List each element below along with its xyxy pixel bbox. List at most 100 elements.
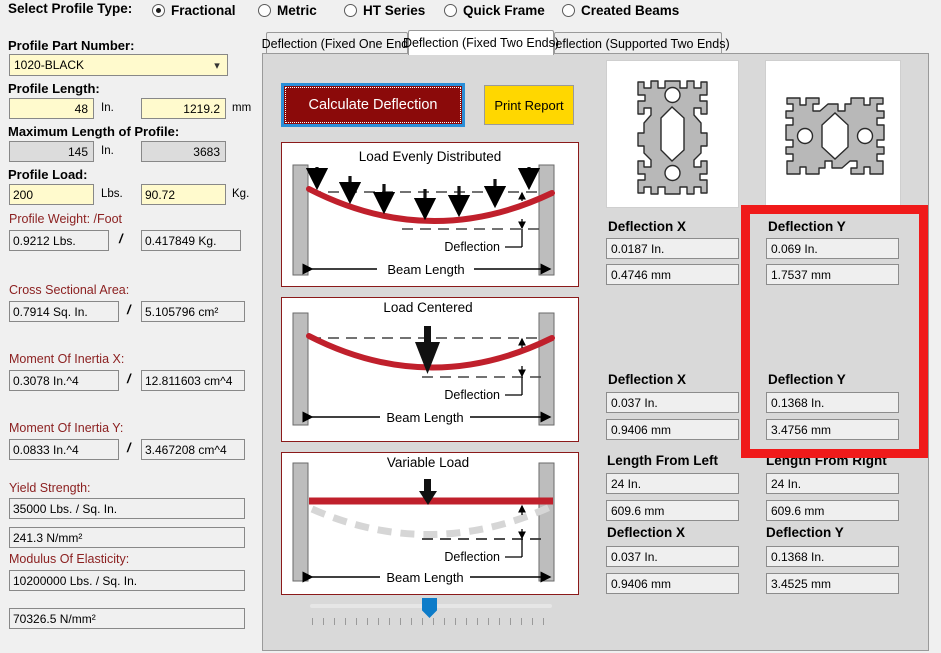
weight-separator: / — [119, 231, 123, 246]
yield-strength-lbs-field: 35000 Lbs. / Sq. In. — [9, 498, 245, 519]
svg-text:Load Centered: Load Centered — [383, 300, 472, 315]
length-from-left-header: Length From Left — [607, 453, 718, 468]
profile-length-in-input[interactable]: 48 — [9, 98, 94, 119]
part-number-label: Profile Part Number: — [8, 38, 134, 53]
profile-load-lbs-unit: Lbs. — [101, 188, 123, 200]
profile-input-panel: Profile Part Number: 1020-BLACK ▾ Profil… — [0, 24, 258, 653]
svg-text:Variable Load: Variable Load — [387, 455, 469, 470]
max-length-label: Maximum Length of Profile: — [8, 124, 179, 139]
slider-thumb[interactable] — [422, 598, 437, 618]
variable-load-position-slider[interactable] — [310, 598, 552, 632]
radio-dot-icon — [152, 4, 165, 17]
part-number-combobox[interactable]: 1020-BLACK ▾ — [9, 54, 228, 76]
radio-dot-icon — [562, 4, 575, 17]
profile-load-lbs-input[interactable]: 200 — [9, 184, 94, 205]
evenly-deflection-x-mm-field: 0.4746 mm — [606, 264, 739, 285]
cross-section-cm-field: 5.105796 cm² — [141, 301, 245, 322]
evenly-deflection-x-header: Deflection X — [608, 219, 686, 234]
calculate-deflection-button[interactable]: Calculate Deflection — [281, 83, 465, 127]
moix-separator: / — [127, 371, 131, 386]
chevron-down-icon: ▾ — [207, 59, 227, 72]
tab-deflection-fixed-one-end[interactable]: Deflection (Fixed One End) — [266, 32, 408, 54]
variable-deflection-y-mm-field: 3.4525 mm — [766, 573, 899, 594]
centered-deflection-x-in-field: 0.037 In. — [606, 392, 739, 413]
profile-weight-kg-field: 0.417849 Kg. — [141, 230, 241, 251]
svg-text:Deflection: Deflection — [444, 388, 500, 402]
diagram-load-centered: Load Centered Deflection Beam Length — [281, 297, 579, 442]
centered-deflection-y-mm-field: 3.4756 mm — [766, 419, 899, 440]
radio-ht-series[interactable]: HT Series — [344, 0, 425, 20]
variable-deflection-x-header: Deflection X — [607, 525, 685, 540]
profile-length-label: Profile Length: — [8, 81, 100, 96]
tab-strip: Deflection (Fixed One End) Deflection (F… — [262, 30, 941, 54]
centered-deflection-x-mm-field: 0.9406 mm — [606, 419, 739, 440]
length-from-left-in-field: 24 In. — [606, 473, 739, 494]
evenly-deflection-x-in-field: 0.0187 In. — [606, 238, 739, 259]
svg-text:Deflection: Deflection — [444, 550, 500, 564]
yield-strength-nmm-field: 241.3 N/mm² — [9, 527, 245, 548]
evenly-deflection-y-mm-field: 1.7537 mm — [766, 264, 899, 285]
radio-metric[interactable]: Metric — [258, 0, 317, 20]
print-report-button[interactable]: Print Report — [484, 85, 574, 125]
profile-load-kg-unit: Kg. — [232, 188, 249, 200]
svg-text:Beam Length: Beam Length — [387, 262, 464, 277]
centered-deflection-y-in-field: 0.1368 In. — [766, 392, 899, 413]
variable-deflection-y-header: Deflection Y — [766, 525, 844, 540]
modulus-elasticity-nmm-field: 70326.5 N/mm² — [9, 608, 245, 629]
moment-inertia-x-in-field: 0.3078 In.^4 — [9, 370, 119, 391]
length-from-left-mm-field: 609.6 mm — [606, 500, 739, 521]
cross-section-separator: / — [127, 302, 131, 317]
cross-section-label: Cross Sectional Area: — [9, 283, 129, 297]
evenly-deflection-y-in-field: 0.069 In. — [766, 238, 899, 259]
length-from-right-mm-field: 609.6 mm — [766, 500, 899, 521]
max-length-mm-field: 3683 — [141, 141, 226, 162]
variable-deflection-x-mm-field: 0.9406 mm — [606, 573, 739, 594]
radio-metric-label: Metric — [277, 3, 317, 18]
modulus-elasticity-lbs-field: 10200000 Lbs. / Sq. In. — [9, 570, 245, 591]
variable-deflection-x-in-field: 0.037 In. — [606, 546, 739, 567]
radio-created-beams[interactable]: Created Beams — [562, 0, 679, 20]
moiy-separator: / — [127, 440, 131, 455]
centered-deflection-x-header: Deflection X — [608, 372, 686, 387]
evenly-deflection-y-header: Deflection Y — [768, 219, 846, 234]
profile-length-mm-unit: mm — [232, 102, 251, 114]
modulus-elasticity-label: Modulus Of Elasticity: — [9, 552, 129, 566]
svg-text:Deflection: Deflection — [444, 240, 500, 254]
profile-length-mm-input[interactable]: 1219.2 — [141, 98, 226, 119]
calculate-deflection-label: Calculate Deflection — [309, 97, 438, 113]
svg-text:Beam Length: Beam Length — [386, 570, 463, 585]
radio-dot-icon — [258, 4, 271, 17]
profile-cross-section-horizontal-image — [765, 60, 901, 208]
profile-weight-lbs-field: 0.9212 Lbs. — [9, 230, 109, 251]
max-length-in-field: 145 — [9, 141, 94, 162]
profile-type-row: Select Profile Type: Fractional Metric H… — [0, 0, 941, 22]
cross-section-in-field: 0.7914 Sq. In. — [9, 301, 119, 322]
radio-dot-icon — [344, 4, 357, 17]
yield-strength-label: Yield Strength: — [9, 481, 91, 495]
variable-deflection-y-in-field: 0.1368 In. — [766, 546, 899, 567]
profile-load-kg-input[interactable]: 90.72 — [141, 184, 226, 205]
profile-length-in-unit: In. — [101, 102, 114, 114]
page-scroll-gutter[interactable] — [929, 53, 941, 651]
length-from-right-in-field: 24 In. — [766, 473, 899, 494]
moment-inertia-y-cm-field: 3.467208 cm^4 — [141, 439, 245, 460]
centered-deflection-y-header: Deflection Y — [768, 372, 846, 387]
radio-dot-icon — [444, 4, 457, 17]
length-from-right-header: Length From Right — [766, 453, 887, 468]
print-report-label: Print Report — [494, 98, 563, 113]
svg-text:Load Evenly Distributed: Load Evenly Distributed — [359, 149, 502, 164]
svg-text:Beam Length: Beam Length — [386, 410, 463, 425]
deflection-calculator-window: Select Profile Type: Fractional Metric H… — [0, 0, 941, 653]
moment-inertia-y-label: Moment Of Inertia Y: — [9, 421, 123, 435]
diagram-variable-load: Variable Load Deflection Beam Length — [281, 452, 579, 595]
tab-deflection-fixed-two-ends[interactable]: Deflection (Fixed Two Ends) — [408, 30, 554, 55]
radio-ht-series-label: HT Series — [363, 3, 425, 18]
part-number-value: 1020-BLACK — [10, 58, 207, 72]
slider-ticks — [310, 618, 552, 626]
profile-weight-label: Profile Weight: /Foot — [9, 212, 122, 226]
radio-fractional[interactable]: Fractional — [152, 0, 236, 20]
radio-fractional-label: Fractional — [171, 3, 236, 18]
radio-created-beams-label: Created Beams — [581, 3, 679, 18]
radio-quick-frame[interactable]: Quick Frame — [444, 0, 545, 20]
tab-deflection-supported-two-ends[interactable]: Deflection (Supported Two Ends) — [554, 32, 722, 54]
